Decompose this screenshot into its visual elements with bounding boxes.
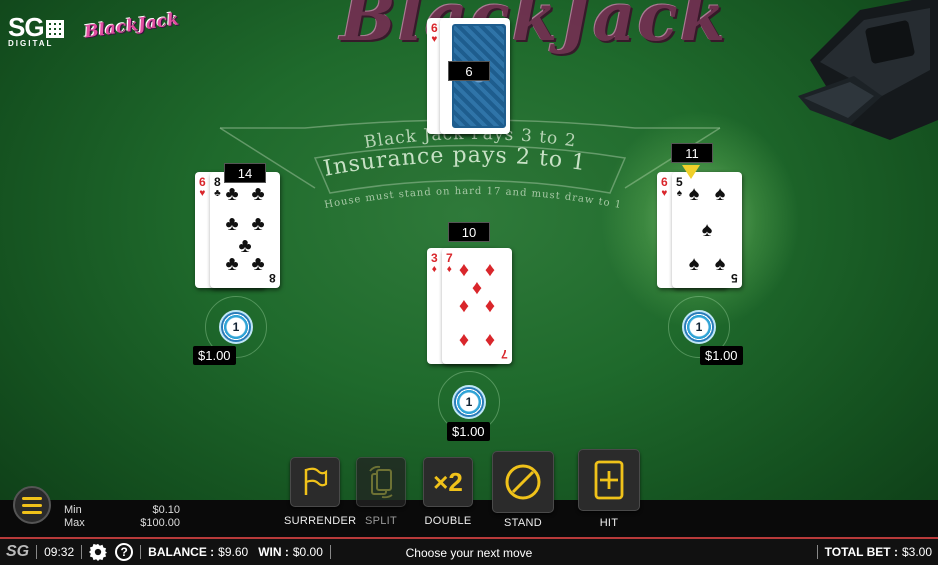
max-label: Max: [64, 517, 85, 529]
surrender-button[interactable]: SURRENDER: [284, 457, 357, 527]
stand-label: STAND: [504, 517, 542, 529]
balance-label: BALANCE :: [148, 545, 215, 559]
center-hand-score: 10: [448, 222, 490, 242]
right-hand-card-2: 5 ♠ ♠ ♠ ♠ ♠ ♠ 5: [672, 172, 742, 288]
sg-digital-logo: SG DIGITAL: [8, 12, 64, 48]
center-bet-chip: 1: [452, 385, 486, 419]
gear-icon[interactable]: [89, 543, 108, 561]
balance-value: $9.60: [218, 545, 249, 559]
right-bet-amount: $1.00: [700, 346, 743, 365]
split-label: SPLIT: [364, 515, 398, 527]
surrender-label: SURRENDER: [284, 515, 357, 527]
win-value: $0.00: [292, 545, 323, 559]
status-bar: SG 09:32 ? BALANCE : $9.60 WIN : $0.00 C…: [0, 537, 938, 565]
left-bet-chip: 1: [219, 310, 253, 344]
min-value: $0.10: [152, 504, 180, 516]
right-bet-chip: 1: [682, 310, 716, 344]
left-hand-score: 14: [224, 163, 266, 183]
flag-icon: [304, 467, 328, 495]
total-bet-label: TOTAL BET :: [824, 545, 898, 559]
win-label: WIN :: [258, 545, 289, 559]
max-value: $100.00: [140, 517, 180, 529]
hit-button[interactable]: HIT: [577, 449, 641, 529]
double-label: DOUBLE: [424, 515, 472, 527]
hamburger-icon: [22, 496, 42, 500]
left-bet-amount: $1.00: [193, 346, 236, 365]
right-hand-score: 11: [671, 143, 713, 163]
double-button[interactable]: ×2 DOUBLE: [417, 457, 479, 527]
game-logo-small: BlackJack: [83, 9, 181, 43]
left-hand-card-2: 8 ♣ ♣ ♣ ♣ ♣ ♣ ♣ ♣ 8: [210, 172, 280, 288]
sg-small-logo: SG: [6, 543, 30, 560]
active-hand-indicator-icon: [682, 165, 700, 179]
stand-button[interactable]: STAND: [491, 451, 555, 529]
split-cards-icon: [369, 465, 393, 499]
hit-label: HIT: [599, 517, 619, 529]
min-label: Min: [64, 504, 82, 516]
dealer-score: 6: [448, 61, 490, 81]
help-icon[interactable]: ?: [115, 543, 134, 561]
split-button[interactable]: SPLIT: [350, 457, 412, 527]
card-shoe-icon: [798, 0, 938, 140]
center-hand-card-2: 7 ♦ ♦ ♦ ♦ ♦ ♦ ♦ ♦ 7: [442, 248, 512, 364]
table-limits: Min $0.10 Max $100.00: [64, 504, 180, 530]
menu-button[interactable]: [13, 486, 51, 524]
x2-icon: ×2: [433, 466, 463, 497]
stand-icon: [505, 464, 541, 500]
clock: 09:32: [44, 545, 75, 559]
total-bet-value: $3.00: [901, 545, 932, 559]
hit-icon: [594, 460, 624, 500]
center-bet-amount: $1.00: [447, 422, 490, 441]
table-logo: BlackJack: [340, 0, 728, 56]
